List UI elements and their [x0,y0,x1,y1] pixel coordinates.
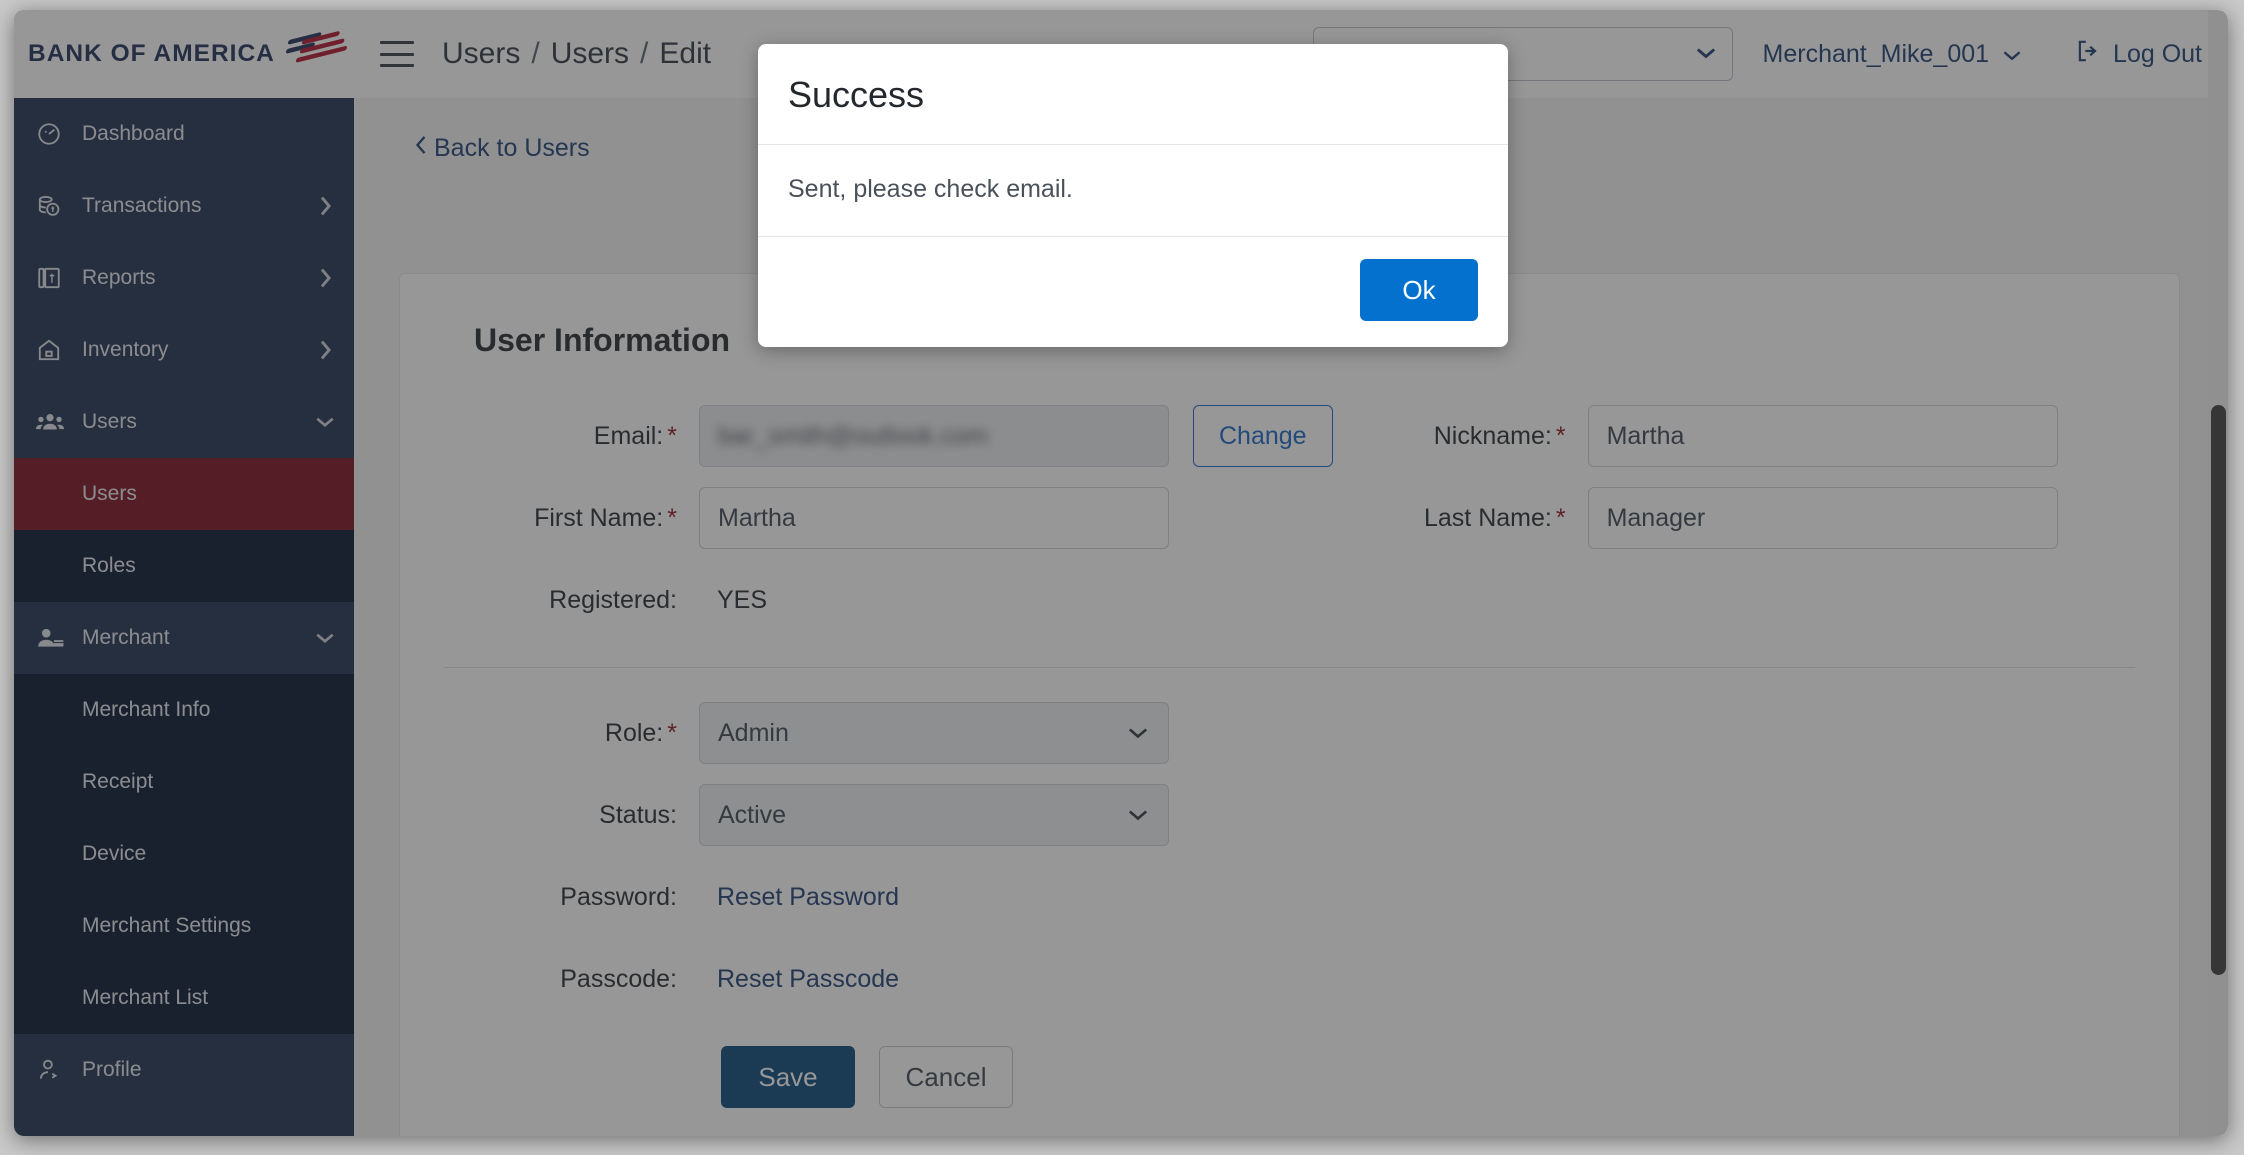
page-viewport: BANK OF AMERICA Dashboard [14,10,2228,1136]
ok-button[interactable]: Ok [1360,259,1478,321]
success-dialog: Success Sent, please check email. Ok [758,44,1508,347]
dialog-title: Success [788,74,925,115]
dialog-message: Sent, please check email. [758,145,1508,237]
dialog-header: Success [758,44,1508,145]
dialog-footer: Ok [758,237,1508,347]
browser-window: BANK OF AMERICA Dashboard [14,10,2228,1136]
